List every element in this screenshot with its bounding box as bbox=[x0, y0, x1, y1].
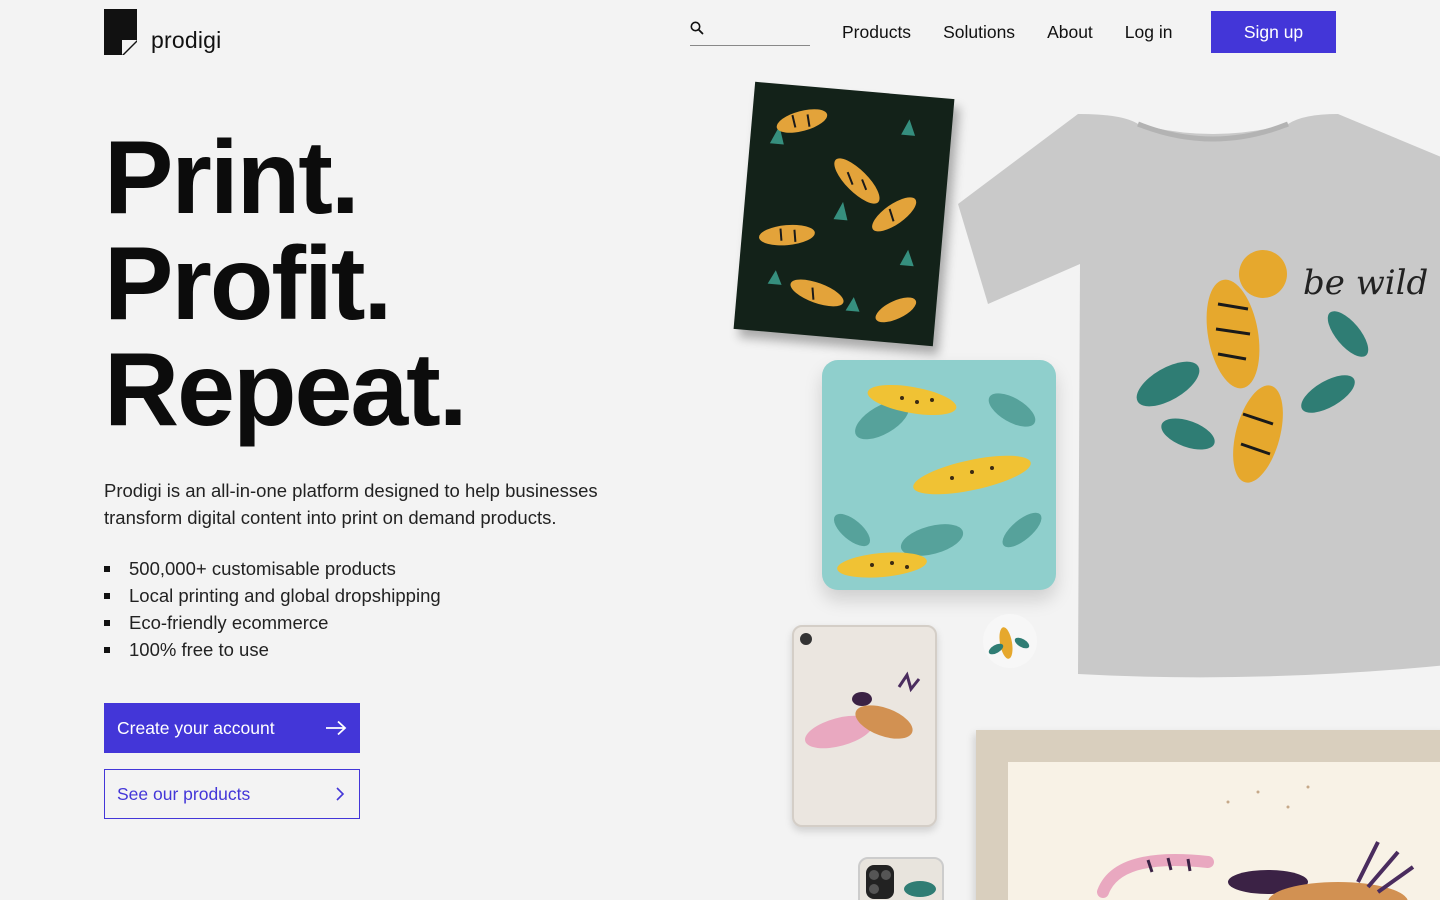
hero-intro: Prodigi is an all-in-one platform design… bbox=[104, 480, 598, 528]
headline-line-1: Print. bbox=[104, 120, 360, 236]
tablet-case-product-image[interactable] bbox=[792, 625, 937, 827]
arrow-right-icon bbox=[326, 720, 347, 736]
see-products-button[interactable]: See our products bbox=[104, 769, 360, 819]
nav-products[interactable]: Products bbox=[842, 20, 911, 44]
create-account-button[interactable]: Create your account bbox=[104, 703, 360, 753]
logo-mark bbox=[104, 9, 137, 55]
feature-text: 500,000+ customisable products bbox=[129, 558, 396, 579]
create-account-label: Create your account bbox=[117, 717, 275, 738]
bullet-icon bbox=[104, 565, 110, 572]
hero-headline: Print. Profit. Repeat. bbox=[104, 120, 468, 448]
feature-item: 100% free to use bbox=[104, 636, 441, 663]
feature-item: Local printing and global dropshipping bbox=[104, 582, 441, 609]
sign-up-button[interactable]: Sign up bbox=[1211, 11, 1336, 53]
search-input[interactable] bbox=[710, 18, 806, 40]
bullet-icon bbox=[104, 592, 110, 599]
bullet-icon bbox=[104, 646, 110, 653]
sticker-product-image[interactable] bbox=[982, 613, 1038, 669]
main-nav: Products Solutions About Log in bbox=[842, 20, 1204, 44]
notebook-product-image[interactable] bbox=[733, 81, 955, 347]
feature-item: Eco-friendly ecommerce bbox=[104, 609, 441, 636]
brand-name: prodigi bbox=[151, 27, 222, 53]
headline-line-2: Profit. bbox=[104, 226, 392, 342]
framed-print-product-image[interactable] bbox=[976, 730, 1440, 900]
search-bar[interactable] bbox=[690, 18, 810, 46]
nav-about[interactable]: About bbox=[1047, 20, 1093, 44]
feature-list: 500,000+ customisable products Local pri… bbox=[104, 555, 441, 663]
tshirt-product-image[interactable]: be wild bbox=[958, 104, 1440, 684]
product-collage: be wild bbox=[700, 70, 1440, 900]
see-products-label: See our products bbox=[117, 783, 251, 804]
headline-line-3: Repeat. bbox=[104, 332, 468, 448]
tshirt-print-text: be wild bbox=[1303, 263, 1428, 303]
feature-text: Local printing and global dropshipping bbox=[129, 585, 441, 606]
chevron-right-icon bbox=[336, 787, 345, 801]
search-icon[interactable] bbox=[690, 21, 704, 35]
nav-solutions[interactable]: Solutions bbox=[943, 20, 1015, 44]
nav-log-in[interactable]: Log in bbox=[1125, 20, 1173, 44]
phone-case-product-image[interactable] bbox=[858, 857, 944, 900]
feature-text: 100% free to use bbox=[129, 639, 269, 660]
bullet-icon bbox=[104, 619, 110, 626]
feature-item: 500,000+ customisable products bbox=[104, 555, 441, 582]
logo[interactable]: prodigi bbox=[104, 9, 221, 55]
feature-text: Eco-friendly ecommerce bbox=[129, 612, 329, 633]
